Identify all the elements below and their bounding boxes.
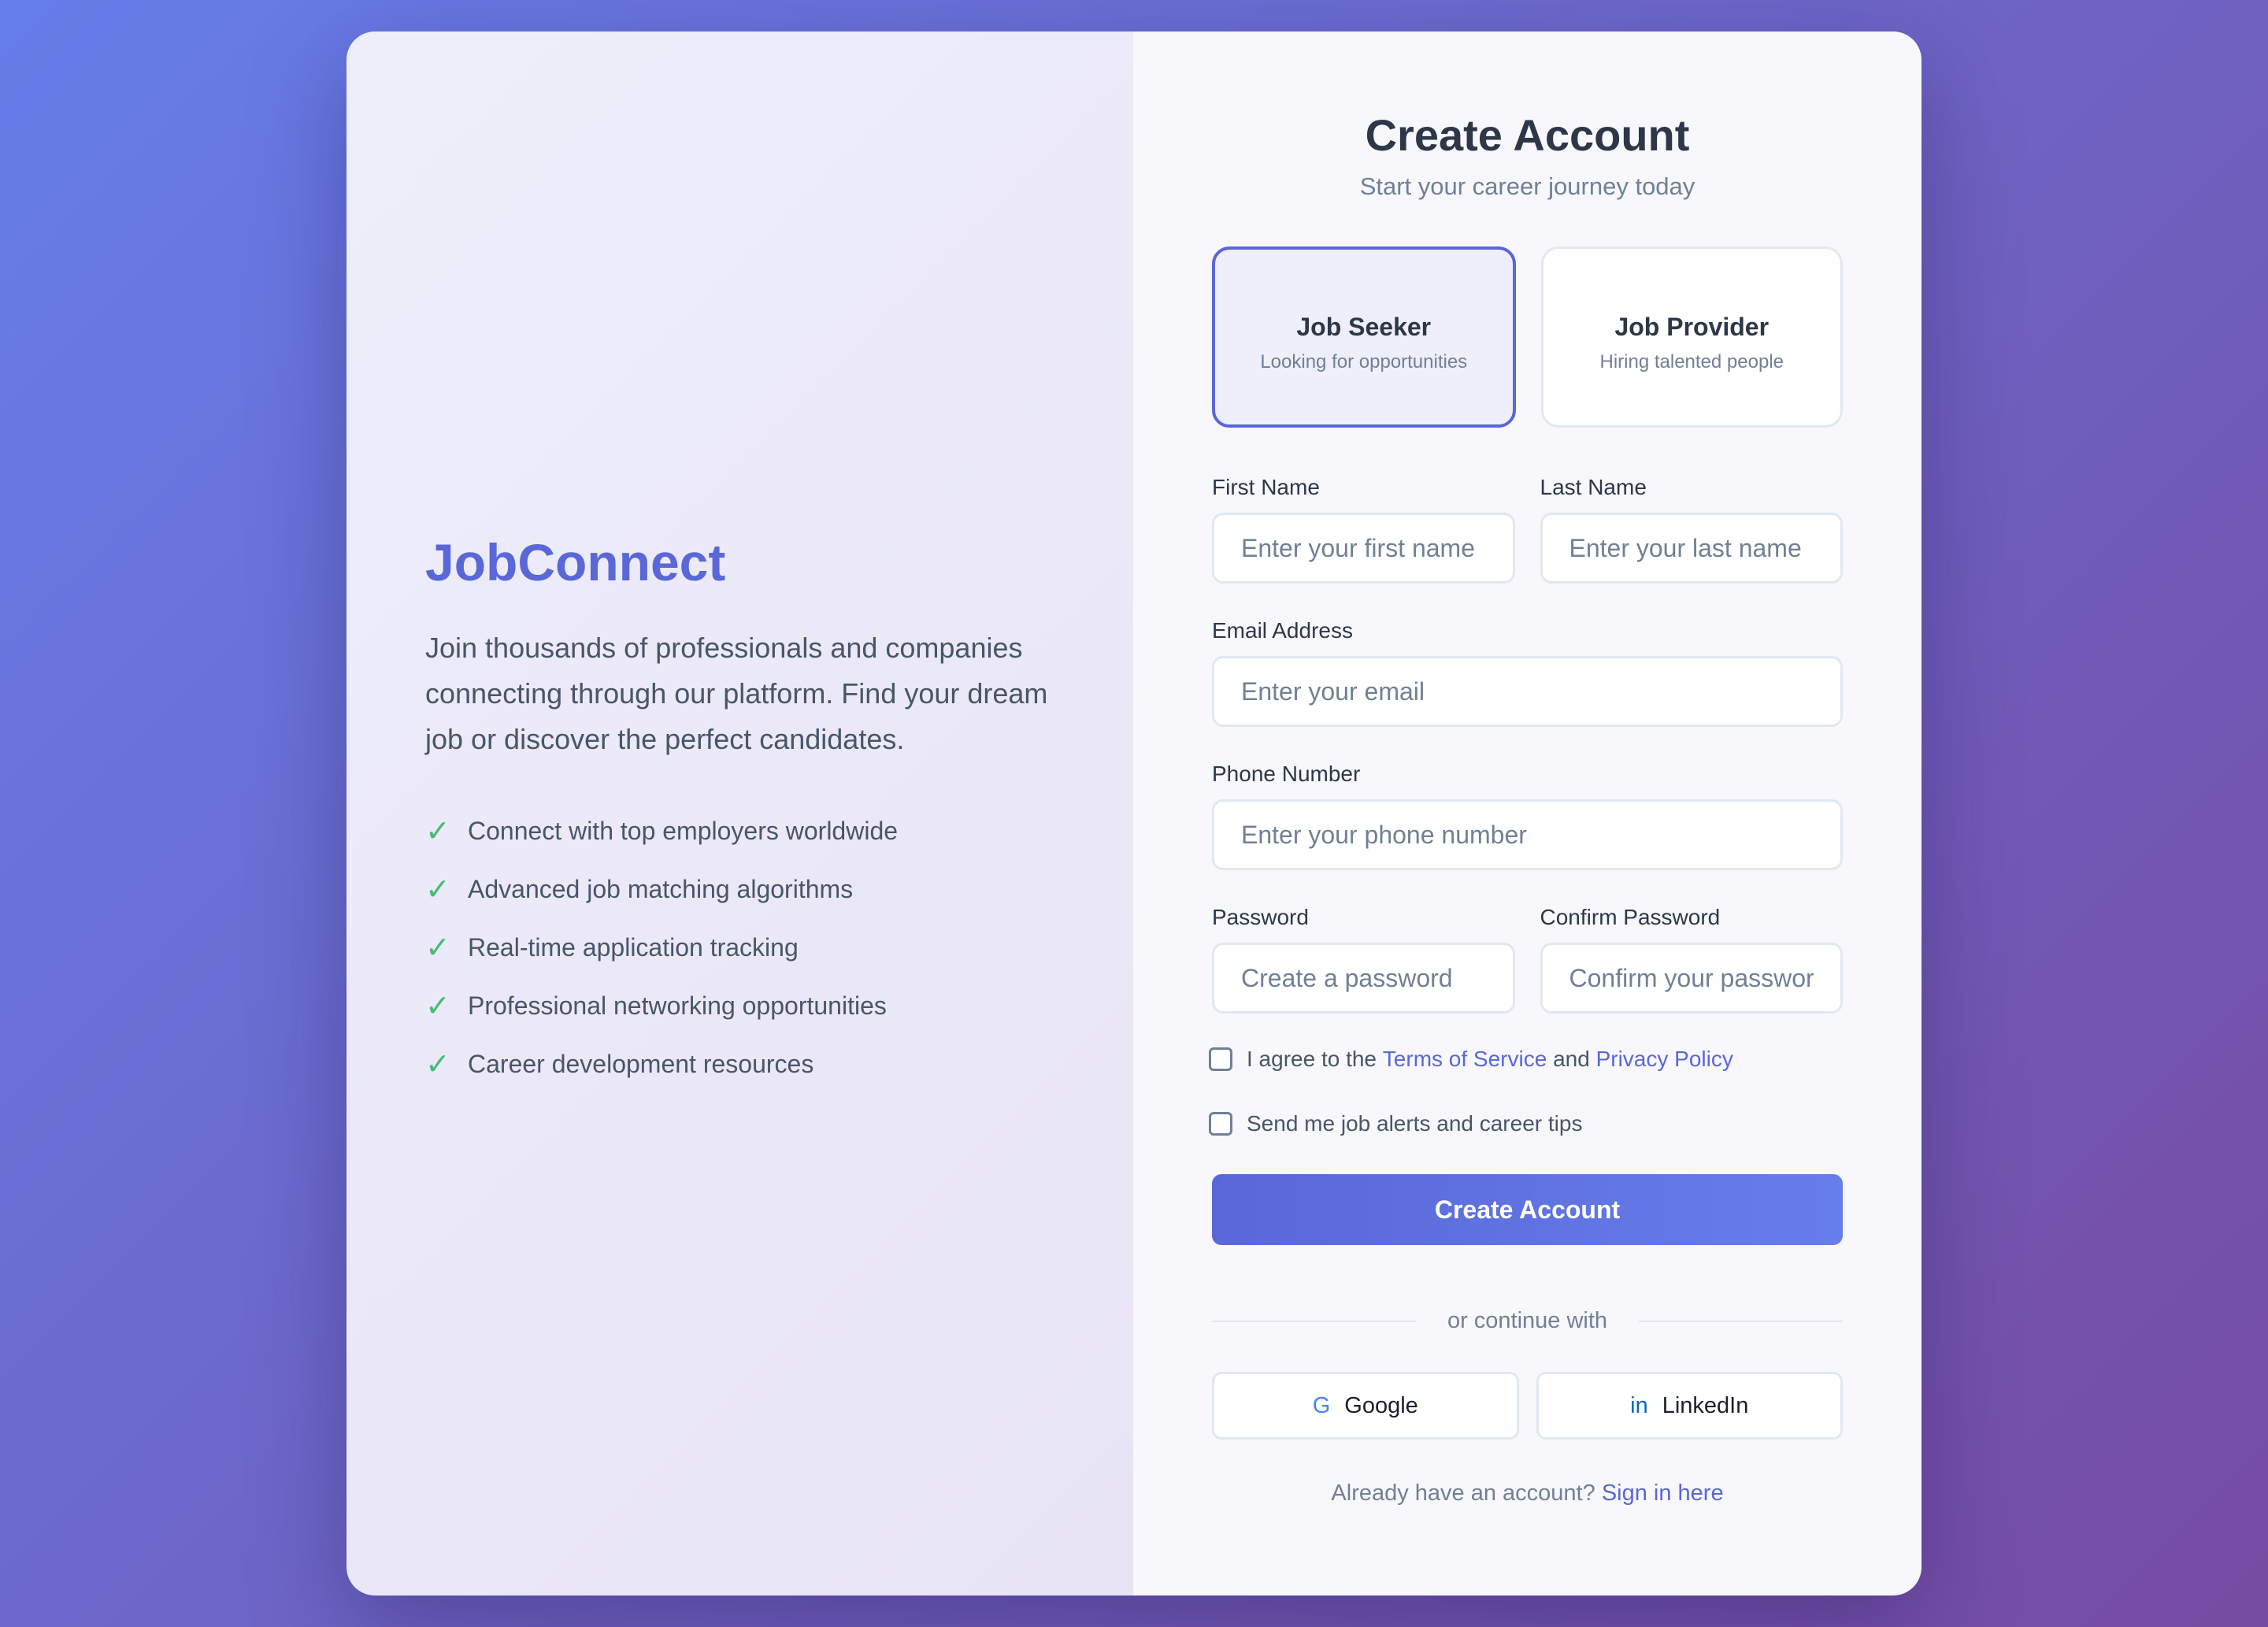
password-group: Password <box>1212 905 1515 1014</box>
brand-name: JobConnect <box>425 532 726 591</box>
first-name-group: First Name <box>1212 475 1515 584</box>
terms-checkbox[interactable] <box>1209 1047 1232 1072</box>
info-panel: JobConnect Join thousands of professiona… <box>346 32 1133 1595</box>
last-name-input[interactable] <box>1540 513 1843 584</box>
confirm-password-group: Confirm Password <box>1540 905 1843 1014</box>
feature-item: ✓ Connect with top employers worldwide <box>425 802 1054 860</box>
confirm-password-label: Confirm Password <box>1540 905 1721 930</box>
email-group: Email Address <box>1212 618 1843 728</box>
terms-of-service-link[interactable]: Terms of Service <box>1383 1047 1547 1072</box>
check-icon: ✓ <box>425 873 450 906</box>
phone-group: Phone Number <box>1212 762 1843 871</box>
check-icon: ✓ <box>425 931 450 965</box>
terms-prefix: I agree to the <box>1247 1047 1377 1072</box>
signup-card: JobConnect Join thousands of professiona… <box>346 32 1922 1595</box>
create-account-button[interactable]: Create Account <box>1212 1174 1843 1246</box>
google-button[interactable]: G Google <box>1212 1372 1519 1440</box>
alerts-label: Send me job alerts and career tips <box>1247 1111 1583 1136</box>
phone-input[interactable] <box>1212 799 1843 871</box>
form-subtitle: Start your career journey today <box>1359 172 1695 201</box>
last-name-label: Last Name <box>1540 475 1647 500</box>
password-input[interactable] <box>1212 943 1515 1014</box>
feature-text: Advanced job matching algorithms <box>468 874 854 903</box>
email-input[interactable] <box>1212 656 1843 728</box>
social-login: G Google in LinkedIn <box>1212 1372 1843 1440</box>
feature-text: Career development resources <box>468 1049 814 1078</box>
signin-row: Already have an account? Sign in here <box>1212 1481 1843 1507</box>
first-name-input[interactable] <box>1212 513 1515 584</box>
signup-form-panel: Create Account Start your career journey… <box>1133 32 1922 1595</box>
feature-text: Professional networking opportunities <box>468 991 887 1020</box>
signin-prompt: Already have an account? <box>1331 1481 1595 1507</box>
terms-and: and <box>1553 1047 1590 1072</box>
privacy-policy-link[interactable]: Privacy Policy <box>1596 1047 1733 1072</box>
check-icon: ✓ <box>425 814 450 848</box>
linkedin-button[interactable]: in LinkedIn <box>1536 1372 1843 1440</box>
role-title: Job Seeker <box>1296 312 1432 341</box>
phone-label: Phone Number <box>1212 762 1361 787</box>
role-title: Job Provider <box>1614 312 1770 341</box>
role-description: Hiring talented people <box>1599 350 1784 372</box>
feature-list: ✓ Connect with top employers worldwide ✓ A… <box>425 802 1054 1093</box>
role-option-job-provider[interactable]: Job Provider Hiring talented people <box>1540 246 1843 428</box>
alerts-checkbox[interactable] <box>1209 1112 1232 1136</box>
check-icon: ✓ <box>425 989 450 1023</box>
google-label: Google <box>1344 1392 1418 1418</box>
feature-item: ✓ Professional networking opportunities <box>425 977 1054 1035</box>
alerts-row: Send me job alerts and career tips <box>1209 1111 1843 1136</box>
role-selector: Job Seeker Looking for opportunities Job… <box>1212 246 1843 428</box>
role-option-job-seeker[interactable]: Job Seeker Looking for opportunities <box>1212 246 1516 428</box>
feature-text: Connect with top employers worldwide <box>468 816 899 845</box>
last-name-group: Last Name <box>1540 475 1843 584</box>
linkedin-icon: in <box>1630 1392 1648 1418</box>
social-divider: or continue with <box>1212 1308 1843 1334</box>
password-label: Password <box>1212 905 1309 930</box>
name-row: First Name Last Name <box>1212 475 1843 584</box>
divider-line <box>1212 1320 1416 1322</box>
brand-description: Join thousands of professionals and comp… <box>425 632 1048 756</box>
form-title: Create Account <box>1365 110 1690 160</box>
terms-row: I agree to the Terms of Service and Priv… <box>1209 1047 1843 1072</box>
divider-text: or continue with <box>1447 1308 1608 1334</box>
feature-item: ✓ Advanced job matching algorithms <box>425 860 1054 918</box>
divider-line <box>1639 1320 1843 1322</box>
feature-text: Real-time application tracking <box>468 932 799 962</box>
signin-link[interactable]: Sign in here <box>1602 1481 1724 1506</box>
google-icon: G <box>1312 1392 1331 1418</box>
feature-item: ✓ Real-time application tracking <box>425 918 1054 977</box>
check-icon: ✓ <box>425 1047 450 1081</box>
feature-item: ✓ Career development resources <box>425 1035 1054 1093</box>
role-description: Looking for opportunities <box>1260 350 1468 372</box>
password-row: Password Confirm Password <box>1212 905 1843 1014</box>
linkedin-label: LinkedIn <box>1662 1392 1749 1418</box>
first-name-label: First Name <box>1212 475 1320 500</box>
confirm-password-input[interactable] <box>1540 943 1843 1014</box>
email-label: Email Address <box>1212 618 1353 643</box>
